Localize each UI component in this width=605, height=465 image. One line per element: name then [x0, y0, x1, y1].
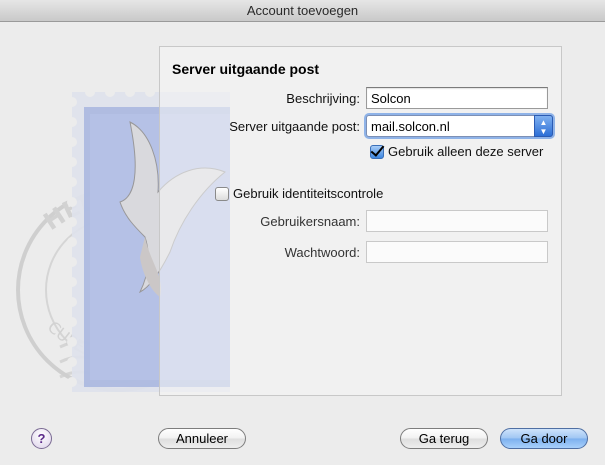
help-button[interactable]: ?	[31, 428, 52, 449]
outgoing-server-value: mail.solcon.nl	[371, 119, 450, 134]
popup-arrows-icon: ▲ ▼	[534, 115, 553, 137]
back-button[interactable]: Ga terug	[400, 428, 488, 449]
description-label: Beschrijving:	[286, 91, 360, 106]
window-titlebar: Account toevoegen	[0, 0, 605, 22]
password-field[interactable]	[366, 241, 548, 263]
cancel-button[interactable]: Annuleer	[158, 428, 246, 449]
use-authentication-label: Gebruik identiteitscontrole	[233, 186, 384, 201]
continue-button[interactable]: Ga door	[500, 428, 588, 449]
password-label: Wachtwoord:	[284, 245, 360, 260]
section-title: Server uitgaande post	[172, 61, 320, 77]
outgoing-server-select[interactable]: mail.solcon.nl ▲ ▼	[366, 115, 553, 137]
use-only-this-server-row[interactable]: Gebruik alleen deze server	[370, 144, 543, 159]
use-authentication-row[interactable]: Gebruik identiteitscontrole	[215, 186, 383, 201]
help-icon: ?	[37, 431, 46, 446]
username-field[interactable]	[366, 210, 548, 232]
outgoing-server-label: Server uitgaande post:	[229, 119, 360, 134]
window-title: Account toevoegen	[246, 3, 359, 18]
username-label: Gebruikersnaam:	[260, 214, 360, 229]
use-authentication-checkbox[interactable]	[215, 186, 229, 201]
use-only-this-server-checkbox[interactable]	[370, 144, 384, 159]
use-only-this-server-label: Gebruik alleen deze server	[388, 144, 544, 159]
description-field[interactable]: Solcon	[366, 87, 548, 109]
